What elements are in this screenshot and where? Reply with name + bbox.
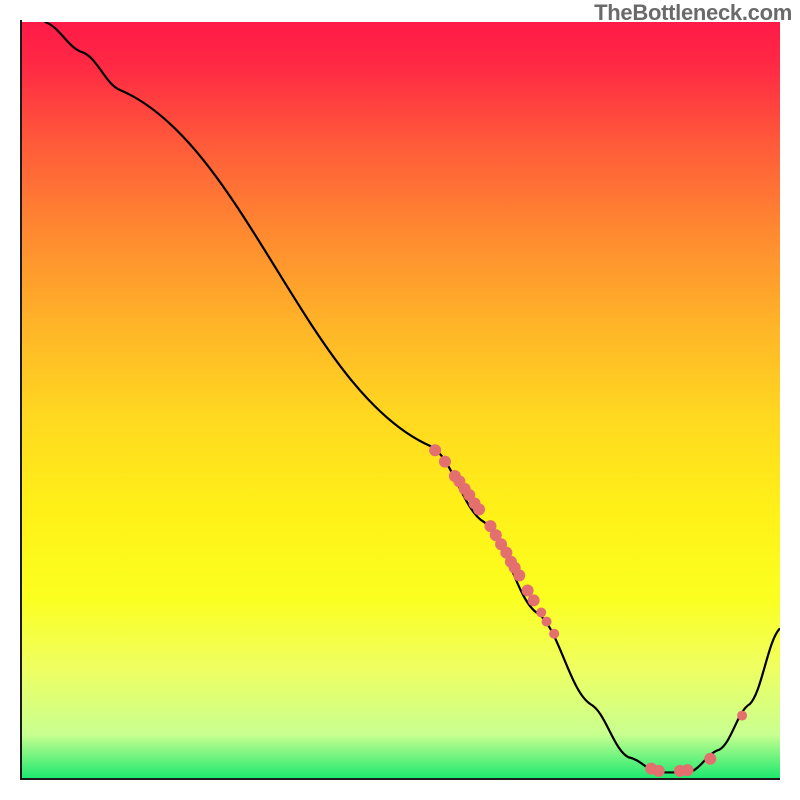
data-marker	[542, 617, 552, 627]
data-marker	[429, 444, 441, 456]
curve-svg	[22, 22, 780, 780]
data-marker	[439, 456, 451, 468]
data-marker	[473, 503, 485, 515]
data-marker	[737, 711, 747, 721]
attribution-label: TheBottleneck.com	[594, 0, 792, 26]
data-marker	[704, 753, 716, 765]
data-markers	[429, 444, 747, 777]
data-marker	[653, 765, 665, 777]
bottleneck-chart: TheBottleneck.com	[0, 0, 800, 800]
bottleneck-curve	[45, 22, 780, 772]
data-marker	[549, 629, 559, 639]
data-marker	[682, 764, 694, 776]
data-marker	[528, 594, 540, 606]
data-marker	[513, 569, 525, 581]
data-marker	[536, 607, 546, 617]
